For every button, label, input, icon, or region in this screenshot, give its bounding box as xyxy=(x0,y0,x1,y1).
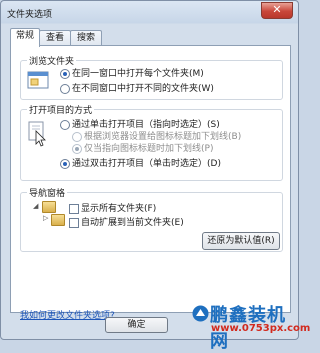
subfolder-icon xyxy=(51,214,65,226)
ok-button[interactable]: 确定 xyxy=(105,317,168,333)
watermark-logo xyxy=(192,305,209,322)
tab-search[interactable]: 搜索 xyxy=(70,30,102,46)
collapse-arrow-icon: ▷ xyxy=(43,214,49,222)
document-cursor-icon xyxy=(28,121,46,147)
radio-underline-browser[interactable] xyxy=(72,131,82,142)
option-same-window[interactable]: 在同一窗口中打开每个文件夹(M) xyxy=(60,66,204,79)
option-double-click[interactable]: 通过双击打开项目（单击时选定）(D) xyxy=(60,156,221,169)
radio-same-window[interactable] xyxy=(60,68,70,79)
option-show-all-folders[interactable]: 显示所有文件夹(F) xyxy=(69,201,156,214)
help-link[interactable]: 我如何更改文件夹选项? xyxy=(20,308,115,321)
folder-options-window: 文件夹选项 ✕ 常规 查看 搜索 浏览文件夹 在同一窗口中打开每个文件夹(M) … xyxy=(0,0,299,340)
option-new-window[interactable]: 在不同窗口中打开不同的文件夹(W) xyxy=(60,81,214,94)
radio-new-window[interactable] xyxy=(60,83,70,94)
radio-single-click[interactable] xyxy=(60,119,70,130)
click-items-title: 打开项目的方式 xyxy=(27,103,95,116)
checkbox-auto-expand[interactable] xyxy=(69,217,79,228)
general-panel: 浏览文件夹 在同一窗口中打开每个文件夹(M) 在不同窗口中打开不同的文件夹(W)… xyxy=(10,45,291,321)
navigation-pane-group: 导航窗格 ◢ ▷ 显示所有文件夹(F) 自动扩展到当前文件夹(E) 还原为默认值… xyxy=(20,186,283,252)
folder-icon xyxy=(42,201,56,213)
restore-defaults-button[interactable]: 还原为默认值(R) xyxy=(202,232,280,250)
click-items-group: 打开项目的方式 通过单击打开项目（指向时选定）(S) 根据浏览器设置给图标标题加… xyxy=(20,103,283,181)
watermark-url: www.0753px.com xyxy=(211,323,311,334)
window-icon xyxy=(27,71,49,89)
navigation-pane-title: 导航窗格 xyxy=(27,186,68,199)
tab-view[interactable]: 查看 xyxy=(39,30,71,46)
expand-arrow-icon: ◢ xyxy=(33,202,39,210)
radio-underline-point[interactable] xyxy=(72,143,82,154)
option-underline-point[interactable]: 仅当指向图标标题时加下划线(P) xyxy=(72,141,213,154)
checkbox-show-all-folders[interactable] xyxy=(69,203,79,214)
close-button[interactable]: ✕ xyxy=(261,2,293,19)
tab-general[interactable]: 常规 xyxy=(10,28,40,47)
window-title: 文件夹选项 xyxy=(7,10,53,20)
option-auto-expand[interactable]: 自动扩展到当前文件夹(E) xyxy=(69,215,184,228)
radio-double-click[interactable] xyxy=(60,158,70,169)
browse-folders-group: 浏览文件夹 在同一窗口中打开每个文件夹(M) 在不同窗口中打开不同的文件夹(W) xyxy=(20,54,283,100)
